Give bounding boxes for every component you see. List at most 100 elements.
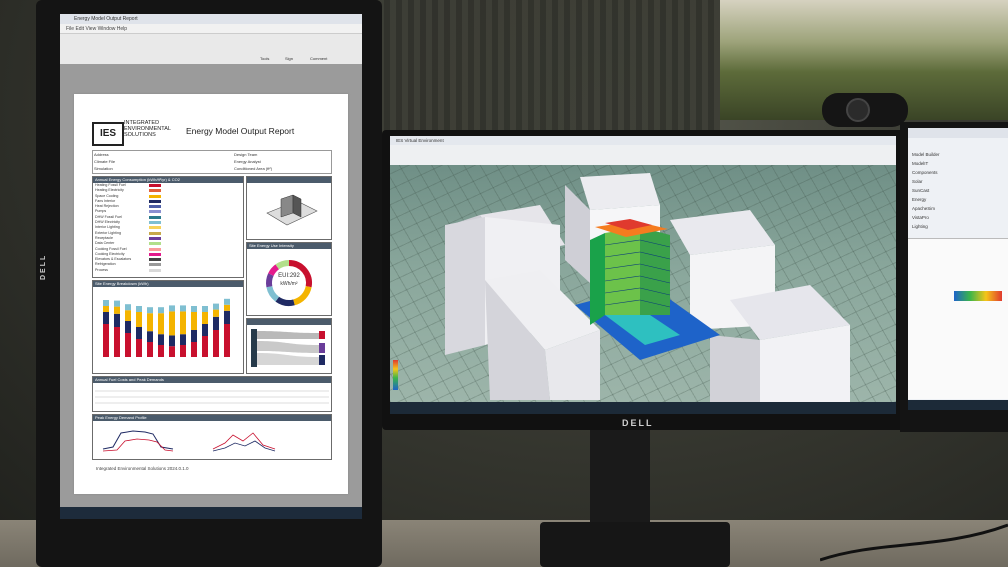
monthly-bar-segment <box>147 331 153 342</box>
monthly-bar-chart <box>103 298 230 357</box>
energy-category-label: Process <box>95 267 108 272</box>
monthly-bar-segment <box>213 316 219 330</box>
navigator-item[interactable]: ModelIT <box>908 159 1008 168</box>
center-taskbar[interactable] <box>390 402 896 414</box>
energy-category-swatch <box>149 194 161 198</box>
navigator-item[interactable]: VistaPro <box>908 213 1008 222</box>
tab-sign[interactable]: Sign <box>285 56 293 61</box>
monthly-bar-segment <box>103 300 109 306</box>
monthly-bar-segment <box>169 335 175 347</box>
donut-slice <box>275 260 290 270</box>
donut-slice <box>266 273 274 288</box>
monthly-bar-segment <box>202 312 208 324</box>
pdf-window-title: Energy Model Output Report <box>60 14 362 24</box>
monthly-bar-segment <box>224 324 230 357</box>
monthly-bar-segment <box>147 307 153 314</box>
eui-unit: kWh/m² <box>280 281 298 287</box>
monthly-bar-segment <box>125 304 131 311</box>
monthly-bar-segment <box>147 342 153 357</box>
3d-city-model <box>393 173 850 402</box>
navigator-item[interactable]: Energy <box>908 195 1008 204</box>
monthly-bar-segment <box>125 321 131 333</box>
energy-table-row: Process <box>93 268 243 273</box>
monthly-bar-segment <box>136 306 142 312</box>
energy-category-swatch <box>149 189 161 193</box>
monthly-bar-segment <box>147 313 153 332</box>
navigator-item[interactable]: Model Builder <box>908 150 1008 159</box>
eui-value: EUI:292 <box>278 273 300 279</box>
energy-category-swatch <box>149 215 161 219</box>
monthly-bar-segment <box>169 305 175 312</box>
donut-slice <box>293 285 312 306</box>
monthly-bar-segment <box>224 310 230 324</box>
monthly-breakdown-panel: Site Energy Breakdown (kWh) <box>92 280 244 374</box>
energy-flow-panel <box>246 318 332 374</box>
energy-category-label: Elevators & Escalators <box>95 257 132 262</box>
app-navigator: Model Builder ModelIT Components Solar SunCa… <box>908 150 1008 231</box>
left-taskbar[interactable] <box>60 507 362 519</box>
report-footer: Integrated Environmental Solutions 2024.… <box>96 466 189 471</box>
pdf-menu-bar[interactable]: File Edit View Window Help <box>60 24 362 34</box>
energy-category-swatch <box>149 221 161 225</box>
energy-category-swatch <box>149 205 161 209</box>
energy-category-swatch <box>149 258 161 262</box>
monthly-bar-segment <box>103 324 109 357</box>
monthly-bar-segment <box>103 306 109 312</box>
left-monitor-brand: DELL <box>40 253 47 280</box>
cable <box>820 523 1008 562</box>
energy-category-label: DHW Electricity <box>95 220 120 225</box>
monthly-bar-segment <box>114 327 120 357</box>
report-title: Energy Model Output Report <box>186 126 295 136</box>
monthly-bar-segment <box>202 324 208 336</box>
right-taskbar[interactable] <box>908 400 1008 410</box>
energy-flow-diagram <box>251 329 325 367</box>
monthly-bar-segment <box>180 334 186 345</box>
energy-category-label: Interior Lighting <box>95 225 120 230</box>
settings-panel[interactable] <box>908 238 1008 399</box>
monthly-bar-segment <box>158 313 164 335</box>
monthly-bar-segment <box>114 313 120 327</box>
pdf-canvas-bg <box>60 64 362 94</box>
ies-logo: IES <box>92 122 124 146</box>
energy-category-swatch <box>149 247 161 251</box>
monthly-bar-segment <box>169 311 175 336</box>
monthly-bar-segment <box>224 304 230 311</box>
energy-category-swatch <box>149 236 161 240</box>
navigator-item[interactable]: Components <box>908 168 1008 177</box>
logo-line-3: SOLUTIONS <box>124 132 156 138</box>
energy-category-swatch <box>149 242 161 246</box>
navigator-item[interactable]: Lighting <box>908 222 1008 231</box>
energy-category-label: Cooking Electricity <box>95 251 125 256</box>
energy-category-label: Heat Rejection <box>95 204 119 209</box>
energy-category-label: Pumps <box>95 209 107 214</box>
navigator-item[interactable]: SunCast <box>908 186 1008 195</box>
energy-category-label: Refrigeration <box>95 262 116 267</box>
energy-category-label: Fans Interior <box>95 198 116 203</box>
energy-category-label: Space Cooling <box>95 193 119 198</box>
tab-tools[interactable]: Tools <box>260 56 269 61</box>
monthly-bar-segment <box>180 311 186 335</box>
pdf-toolbar[interactable]: Tools Sign Comment <box>60 34 362 65</box>
monthly-bar-segment <box>158 307 164 314</box>
monthly-bar-segment <box>125 333 131 357</box>
monthly-bar-segment <box>136 339 142 357</box>
navigator-item[interactable]: ApacheSim <box>908 204 1008 213</box>
energy-category-label: Cooking Fossil Fuel <box>95 246 127 251</box>
ve-toolbar[interactable] <box>390 145 896 166</box>
monthly-bar-segment <box>180 305 186 312</box>
navigator-item[interactable]: Solar <box>908 177 1008 186</box>
energy-category-label: DHW Fossil Fuel <box>95 214 122 219</box>
webcam-lens <box>846 98 870 122</box>
center-monitor-brand: DELL <box>622 418 654 428</box>
building-thumbnail <box>266 194 318 226</box>
tab-comment[interactable]: Comment <box>310 56 327 61</box>
energy-category-swatch <box>149 231 161 235</box>
ve-3d-viewport[interactable] <box>390 165 896 402</box>
monthly-bar-segment <box>202 336 208 357</box>
monthly-bar-segment <box>180 345 186 357</box>
monthly-bar-segment <box>213 303 219 310</box>
monthly-bar-segment <box>213 330 219 357</box>
energy-category-label: Exterior Lighting <box>95 230 121 235</box>
report-page: IES INTEGRATED ENVIRONMENTAL SOLUTIONS E… <box>74 94 348 494</box>
monthly-bar-segment <box>103 312 109 324</box>
